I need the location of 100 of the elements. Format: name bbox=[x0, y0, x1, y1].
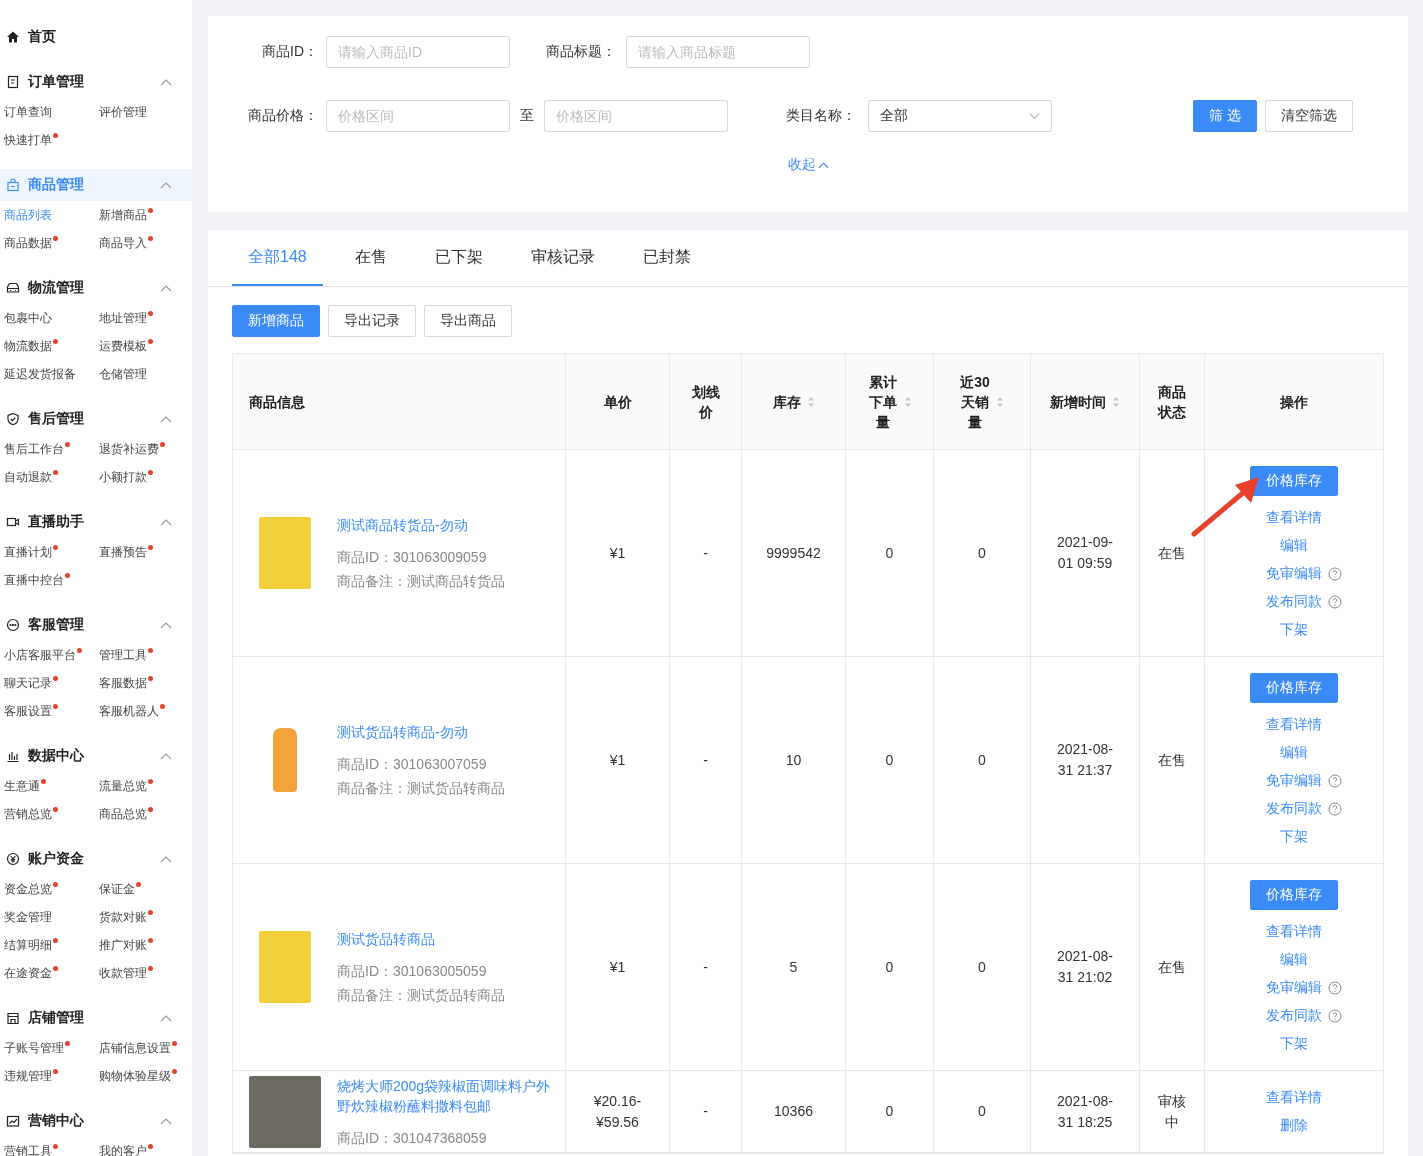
sidebar-item[interactable]: 推广对账 bbox=[99, 931, 154, 959]
chevron-up-icon[interactable] bbox=[160, 78, 172, 86]
chevron-up-icon[interactable] bbox=[160, 1014, 172, 1022]
chevron-up-icon[interactable] bbox=[160, 752, 172, 760]
sidebar-item[interactable]: 货款对账 bbox=[99, 903, 154, 931]
action-link[interactable]: 免审编辑 bbox=[1266, 563, 1322, 584]
sidebar-item[interactable]: 直播计划 bbox=[4, 538, 59, 566]
sort-icon[interactable] bbox=[996, 395, 1004, 408]
tab[interactable]: 已下架 bbox=[418, 230, 499, 286]
action-link[interactable]: 编辑 bbox=[1280, 949, 1308, 970]
product-title-field[interactable]: 请输入商品标题 bbox=[626, 36, 810, 68]
help-icon[interactable] bbox=[1328, 594, 1342, 609]
sidebar-item[interactable]: 快速打单 bbox=[4, 126, 59, 154]
column-header[interactable]: 商品信息 bbox=[233, 354, 566, 449]
sidebar-item[interactable]: 评价管理 bbox=[99, 98, 148, 126]
action-link[interactable]: 下架 bbox=[1280, 619, 1308, 640]
sort-icon[interactable] bbox=[806, 395, 815, 408]
clear-filter-button[interactable]: 清空筛选 bbox=[1265, 100, 1353, 132]
action-link[interactable]: 发布同款 bbox=[1266, 798, 1322, 819]
product-title-link[interactable]: 测试商品转货品-勿动 bbox=[337, 515, 505, 535]
sidebar-item[interactable]: 我的客户 bbox=[99, 1137, 154, 1156]
export-button[interactable]: 导出商品 bbox=[424, 305, 512, 337]
collapse-link[interactable]: 收起 bbox=[787, 156, 816, 174]
sidebar-item[interactable]: 延迟发货报备 bbox=[4, 360, 77, 388]
tab[interactable]: 已封禁 bbox=[626, 230, 707, 286]
action-link[interactable]: 免审编辑 bbox=[1266, 977, 1322, 998]
column-header[interactable]: 商品状态 bbox=[1140, 354, 1205, 449]
sidebar-item[interactable]: 物流数据 bbox=[4, 332, 59, 360]
chevron-up-icon[interactable] bbox=[160, 518, 172, 526]
column-header[interactable]: 划线价 bbox=[670, 354, 742, 449]
sidebar-item[interactable]: 直播中控台 bbox=[4, 566, 71, 594]
sidebar-item[interactable]: 客服机器人 bbox=[99, 697, 166, 725]
sidebar-item[interactable]: 管理工具 bbox=[99, 641, 154, 669]
tab[interactable]: 在售 bbox=[338, 230, 403, 286]
sidebar-item[interactable]: 营销总览 bbox=[4, 800, 59, 828]
sidebar-group-header[interactable]: 客服管理 bbox=[0, 609, 192, 641]
price-max-field[interactable]: 价格区间 bbox=[544, 100, 728, 132]
chevron-up-icon[interactable] bbox=[160, 284, 172, 292]
sidebar-item[interactable]: 违规管理 bbox=[4, 1062, 59, 1090]
chevron-up-icon[interactable] bbox=[160, 855, 172, 863]
column-header[interactable]: 单价 bbox=[566, 354, 670, 449]
sidebar-item[interactable]: 生意通 bbox=[4, 772, 47, 800]
action-link[interactable]: 查看详情 bbox=[1266, 507, 1322, 528]
sidebar-group-header[interactable]: 售后管理 bbox=[0, 403, 192, 435]
column-header[interactable]: 新增时间 bbox=[1031, 354, 1140, 449]
chevron-up-icon[interactable] bbox=[160, 1117, 172, 1125]
sidebar-item[interactable]: 结算明细 bbox=[4, 931, 59, 959]
product-title-link[interactable]: 测试货品转商品 bbox=[337, 929, 505, 949]
sidebar-item[interactable]: 收款管理 bbox=[99, 959, 154, 987]
action-link[interactable]: 编辑 bbox=[1280, 742, 1308, 763]
sidebar-item[interactable]: 首页 bbox=[0, 24, 192, 66]
action-link[interactable]: 查看详情 bbox=[1266, 1087, 1322, 1108]
sidebar-item[interactable]: 商品导入 bbox=[99, 229, 154, 257]
sidebar-item[interactable]: 资金总览 bbox=[4, 875, 59, 903]
sidebar-item[interactable]: 包裹中心 bbox=[4, 304, 53, 332]
sidebar-group-header[interactable]: 营销中心 bbox=[0, 1105, 192, 1137]
sidebar-item[interactable]: 订单查询 bbox=[4, 98, 53, 126]
action-link[interactable]: 发布同款 bbox=[1266, 591, 1322, 612]
chevron-up-icon[interactable] bbox=[160, 181, 172, 189]
sidebar-item[interactable]: 客服数据 bbox=[99, 669, 154, 697]
chevron-up-icon[interactable] bbox=[160, 621, 172, 629]
action-link[interactable]: 发布同款 bbox=[1266, 1005, 1322, 1026]
sidebar-item[interactable]: 小额打款 bbox=[99, 463, 154, 491]
sidebar-item[interactable]: 新增商品 bbox=[99, 201, 154, 229]
sidebar-group-header[interactable]: 直播助手 bbox=[0, 506, 192, 538]
chevron-up-icon[interactable] bbox=[160, 415, 172, 423]
chevron-up-icon[interactable] bbox=[817, 161, 829, 169]
sidebar-item[interactable]: 直播预告 bbox=[99, 538, 154, 566]
column-header[interactable]: 累计下单量 bbox=[846, 354, 934, 449]
sidebar-item[interactable]: 仓储管理 bbox=[99, 360, 148, 388]
sidebar-item[interactable]: 商品列表 bbox=[4, 201, 53, 229]
sidebar-group-header[interactable]: 账户资金 bbox=[0, 843, 192, 875]
sidebar-item[interactable]: 商品数据 bbox=[4, 229, 59, 257]
help-icon[interactable] bbox=[1328, 1008, 1342, 1023]
sidebar-item[interactable]: 购物体验星级 bbox=[99, 1062, 178, 1090]
sidebar-group-header[interactable]: 物流管理 bbox=[0, 272, 192, 304]
help-icon[interactable] bbox=[1328, 566, 1342, 581]
sidebar-item[interactable]: 奖金管理 bbox=[4, 903, 53, 931]
price-min-field[interactable]: 价格区间 bbox=[326, 100, 510, 132]
sidebar-group-header[interactable]: 店铺管理 bbox=[0, 1002, 192, 1034]
action-link[interactable]: 下架 bbox=[1280, 826, 1308, 847]
sidebar-item[interactable]: 在途资金 bbox=[4, 959, 59, 987]
column-header[interactable]: 近30天销量 bbox=[934, 354, 1031, 449]
sidebar-item[interactable]: 子账号管理 bbox=[4, 1034, 71, 1062]
product-id-field[interactable]: 请输入商品ID bbox=[326, 36, 510, 68]
sidebar-item[interactable]: 聊天记录 bbox=[4, 669, 59, 697]
sidebar-item[interactable]: 小店客服平台 bbox=[4, 641, 83, 669]
category-select[interactable]: 全部 bbox=[868, 100, 1052, 132]
sidebar-item[interactable]: 自动退款 bbox=[4, 463, 59, 491]
sidebar-item[interactable]: 退货补运费 bbox=[99, 435, 166, 463]
sidebar-group-header[interactable]: 订单管理 bbox=[0, 66, 192, 98]
action-link[interactable]: 删除 bbox=[1280, 1115, 1308, 1136]
sidebar-item[interactable]: 流量总览 bbox=[99, 772, 154, 800]
sort-icon[interactable] bbox=[903, 395, 912, 408]
action-link[interactable]: 查看详情 bbox=[1266, 921, 1322, 942]
action-link[interactable]: 编辑 bbox=[1280, 535, 1308, 556]
product-title-link[interactable]: 烧烤大师200g袋辣椒面调味料户外野炊辣椒粉蘸料撒料包邮 bbox=[337, 1075, 559, 1116]
help-icon[interactable] bbox=[1328, 980, 1342, 995]
action-link[interactable]: 免审编辑 bbox=[1266, 770, 1322, 791]
tab[interactable]: 审核记录 bbox=[514, 230, 611, 286]
